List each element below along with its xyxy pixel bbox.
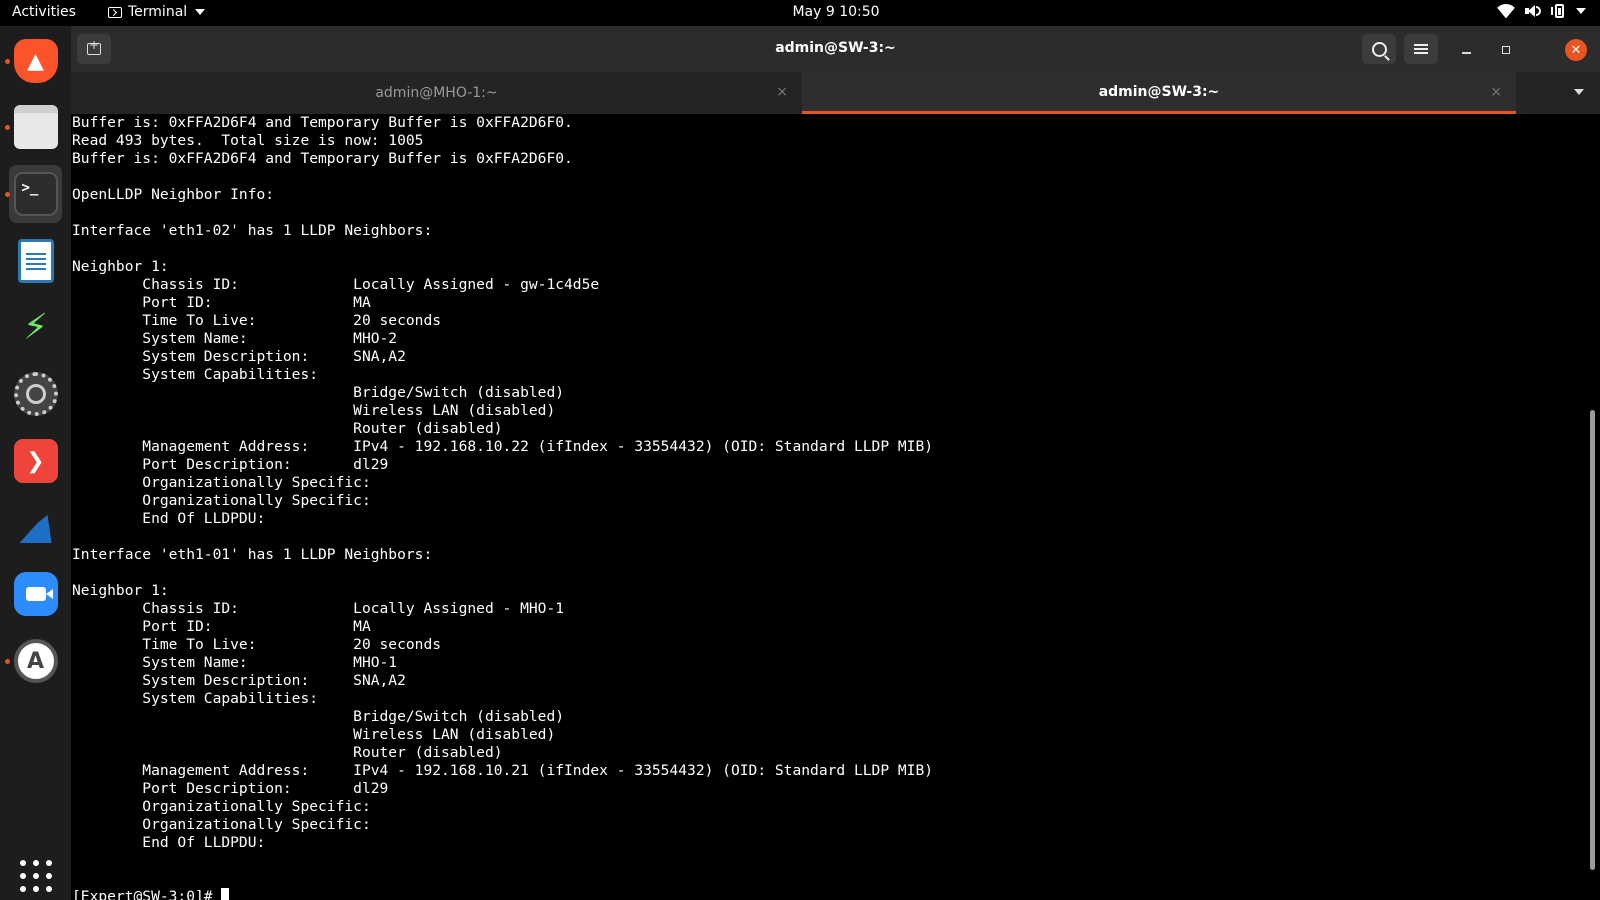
running-indicator	[5, 192, 10, 197]
scrollbar-thumb[interactable]	[1590, 410, 1595, 870]
terminal-line: Port ID: MA	[72, 294, 371, 311]
terminal-line: Router (disabled)	[72, 744, 503, 761]
terminal-line: Port Description: dl29	[72, 456, 389, 473]
video-camera-icon	[13, 572, 58, 616]
terminal-line: System Capabilities:	[72, 366, 319, 383]
terminal-line: Router (disabled)	[72, 420, 503, 437]
terminal-line: Organizationally Specific:	[72, 474, 371, 491]
tab-admin-mho-1[interactable]: admin@MHO-1:~ ×	[71, 72, 802, 114]
brave-lion-icon: ▲	[13, 39, 58, 83]
scrollbar[interactable]	[1585, 114, 1600, 900]
top-bar: Activities Terminal May 9 10:50	[0, 0, 1600, 26]
running-indicator	[5, 125, 10, 130]
terminal-app-icon: >_	[13, 172, 58, 216]
system-menu-chevron-icon[interactable]	[1576, 8, 1586, 14]
tab-label: admin@MHO-1:~	[375, 85, 498, 101]
terminal-line: Port ID: MA	[72, 618, 371, 635]
terminal-line: Neighbor 1:	[72, 582, 169, 599]
dock-writer[interactable]	[9, 232, 62, 290]
terminal-line: System Capabilities:	[72, 690, 319, 707]
running-indicator	[5, 659, 10, 664]
dock-brave[interactable]: ▲	[5, 32, 62, 90]
dock-files[interactable]	[5, 98, 62, 156]
terminal-line: Port Description: dl29	[72, 780, 389, 797]
terminal-line: Management Address: IPv4 - 192.168.10.21…	[72, 762, 934, 779]
minimize-button[interactable]	[1456, 40, 1476, 60]
terminal-line: Chassis ID: Locally Assigned - MHO-1	[72, 600, 565, 617]
maximize-button[interactable]	[1496, 40, 1516, 60]
dock-anydesk[interactable]: ❯	[9, 432, 62, 490]
folder-icon	[13, 105, 58, 149]
terminal-text: Buffer is: 0xFFA2D6F4 and Temporary Buff…	[71, 114, 1585, 900]
menu-button[interactable]	[1404, 34, 1438, 64]
terminal-line: Chassis ID: Locally Assigned - gw-1c4d5e	[72, 276, 600, 293]
terminal-line: Management Address: IPv4 - 192.168.10.22…	[72, 438, 934, 455]
terminal-line: Wireless LAN (disabled)	[72, 402, 556, 419]
grid-icon[interactable]	[20, 860, 52, 892]
terminal-line: Time To Live: 20 seconds	[72, 636, 442, 653]
close-tab-button[interactable]: ×	[776, 84, 788, 100]
terminal-line: Organizationally Specific:	[72, 816, 371, 833]
tab-admin-sw-3[interactable]: admin@SW-3:~ ×	[802, 72, 1516, 114]
terminal-output[interactable]: Buffer is: 0xFFA2D6F4 and Temporary Buff…	[71, 114, 1585, 900]
terminal-line: System Name: MHO-1	[72, 654, 398, 671]
volume-icon[interactable]	[1525, 4, 1541, 18]
terminal-line: Bridge/Switch (disabled)	[72, 708, 565, 725]
tab-label: admin@SW-3:~	[1098, 83, 1220, 100]
wifi-icon[interactable]	[1497, 4, 1515, 18]
search-icon	[1371, 41, 1387, 57]
terminal-line: End Of LLDPDU:	[72, 834, 266, 851]
tab-bar: admin@MHO-1:~ × admin@SW-3:~ ×	[71, 72, 1600, 114]
close-window-button[interactable]: ✕	[1565, 39, 1587, 61]
terminal-line: Time To Live: 20 seconds	[72, 312, 442, 329]
restore-icon	[1502, 46, 1510, 54]
dock-terminal[interactable]: >_	[5, 165, 62, 223]
terminal-line: Organizationally Specific:	[72, 492, 371, 509]
window-header: admin@SW-3:~ ✕	[71, 26, 1600, 73]
terminal-line: Wireless LAN (disabled)	[72, 726, 556, 743]
hamburger-icon	[1414, 44, 1428, 54]
minimize-icon	[1461, 52, 1471, 54]
terminal-line: Buffer is: 0xFFA2D6F4 and Temporary Buff…	[72, 114, 573, 131]
terminal-line: Buffer is: 0xFFA2D6F4 and Temporary Buff…	[72, 150, 573, 167]
close-tab-button[interactable]: ×	[1490, 84, 1502, 100]
terminal-line: Interface 'eth1-01' has 1 LLDP Neighbors…	[72, 546, 433, 563]
shark-fin-icon	[14, 505, 58, 549]
shell-prompt: [Expert@SW-3:0]#	[72, 888, 222, 900]
app-store-icon: A	[13, 639, 58, 683]
dock-bolt-app[interactable]: ⚡	[9, 298, 62, 356]
dock-zoom[interactable]	[9, 565, 62, 623]
terminal-line: Neighbor 1:	[72, 258, 169, 275]
dock: ▲ >_ ⚡ ❯ A	[0, 26, 71, 900]
terminal-line: Read 493 bytes. Total size is now: 1005	[72, 132, 424, 149]
text-cursor	[221, 888, 230, 900]
document-icon	[17, 239, 54, 283]
running-indicator	[5, 59, 10, 64]
clock[interactable]: May 9 10:50	[0, 4, 1600, 20]
lightning-bolt-icon: ⚡	[22, 306, 49, 348]
terminal-line: Interface 'eth1-02' has 1 LLDP Neighbors…	[72, 222, 433, 239]
gear-icon	[13, 372, 58, 416]
tab-list-dropdown-icon[interactable]	[1574, 89, 1584, 95]
dock-software[interactable]: A	[5, 632, 62, 690]
terminal-line: Organizationally Specific:	[72, 798, 371, 815]
terminal-line: End Of LLDPDU:	[72, 510, 266, 527]
close-icon: ✕	[1570, 42, 1582, 58]
battery-icon[interactable]	[1551, 4, 1564, 18]
terminal-line: OpenLLDP Neighbor Info:	[72, 186, 275, 203]
terminal-line: System Description: SNA,A2	[72, 348, 406, 365]
dock-wireshark[interactable]	[9, 498, 62, 556]
anydesk-icon: ❯	[13, 439, 58, 483]
terminal-line: Bridge/Switch (disabled)	[72, 384, 565, 401]
terminal-line: System Description: SNA,A2	[72, 672, 406, 689]
system-tray[interactable]	[1497, 4, 1586, 18]
search-button[interactable]	[1362, 34, 1396, 64]
terminal-line: System Name: MHO-2	[72, 330, 398, 347]
dock-settings[interactable]	[9, 365, 62, 423]
